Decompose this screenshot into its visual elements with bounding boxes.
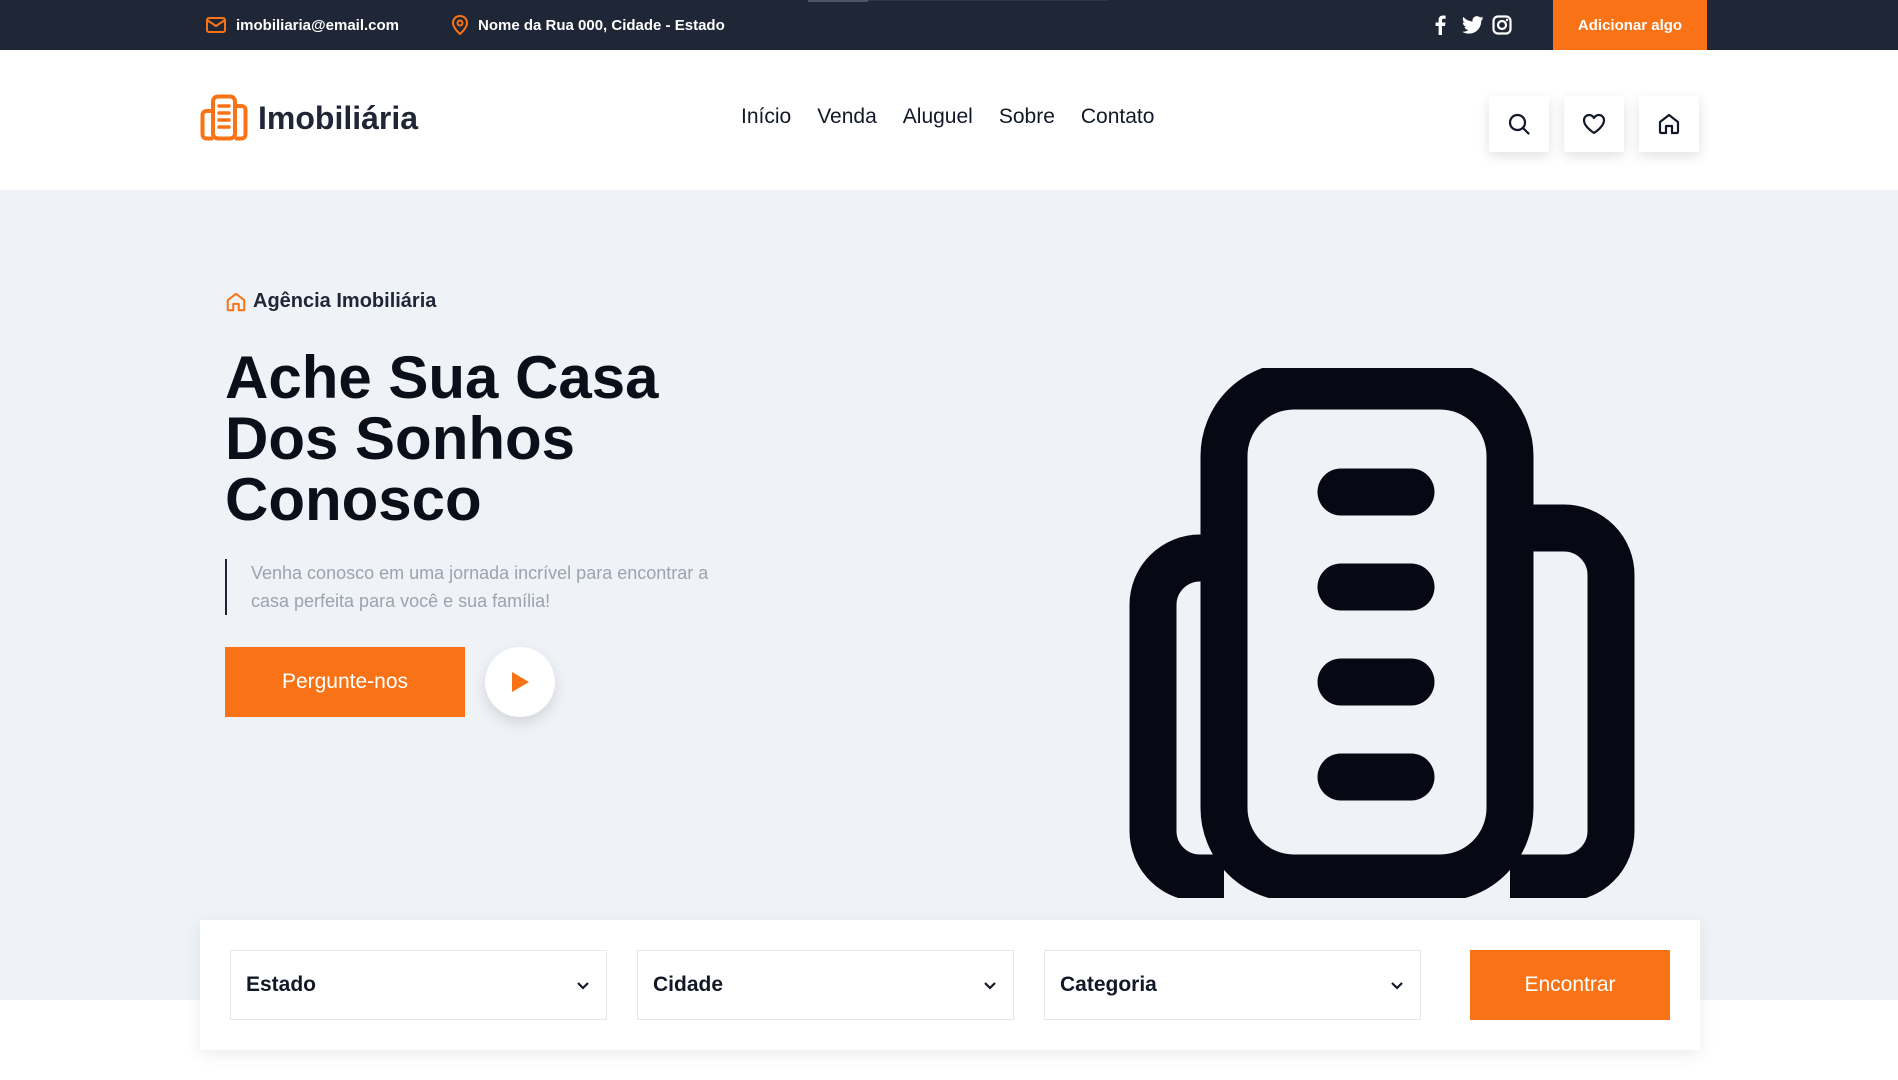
- twitter-icon[interactable]: [1462, 0, 1484, 50]
- chevron-down-icon: [984, 981, 996, 990]
- add-listing-button[interactable]: Adicionar algo: [1553, 0, 1707, 50]
- city-select-value: Cidade: [653, 973, 724, 996]
- search-button[interactable]: [1489, 96, 1549, 152]
- nav-item-venda[interactable]: Venda: [817, 105, 877, 129]
- top-indicator-line: [868, 0, 1108, 1]
- building-logo-icon: [200, 94, 248, 141]
- state-select-value: Estado: [246, 973, 317, 996]
- hero-tagline-text: Agência Imobiliária: [253, 290, 437, 312]
- chevron-down-icon: [1391, 981, 1403, 990]
- contact-address: Nome da Rua 000, Cidade - Estado: [452, 0, 725, 50]
- mail-icon: [206, 17, 226, 33]
- hero-tagline: Agência Imobiliária: [225, 290, 436, 313]
- top-indicator: [808, 0, 868, 2]
- nav-item-inicio[interactable]: Início: [741, 105, 791, 129]
- main-header: Imobiliária Início Venda Aluguel Sobre C…: [0, 50, 1898, 190]
- home-icon: [1658, 113, 1680, 135]
- logo[interactable]: Imobiliária: [200, 94, 418, 142]
- hero-title-line: Conosco: [225, 466, 482, 533]
- nav-item-aluguel[interactable]: Aluguel: [903, 105, 973, 129]
- hero-title-line: Ache Sua Casa: [225, 344, 659, 411]
- home-icon: [226, 292, 246, 311]
- hero-description: Venha conosco em uma jornada incrível pa…: [225, 559, 745, 615]
- instagram-icon[interactable]: [1492, 0, 1512, 50]
- building-illustration: [1129, 368, 1635, 898]
- heart-icon: [1582, 113, 1606, 135]
- ask-us-button[interactable]: Pergunte-nos: [225, 647, 465, 717]
- chevron-down-icon: [577, 981, 589, 990]
- play-icon: [512, 672, 529, 692]
- property-search-panel: Estado Cidade Categoria Encontrar: [200, 920, 1700, 1050]
- nav-item-sobre[interactable]: Sobre: [999, 105, 1055, 129]
- category-select-value: Categoria: [1060, 973, 1157, 996]
- play-video-button[interactable]: [485, 647, 555, 717]
- contact-email-text: imobiliaria@email.com: [236, 16, 400, 34]
- hero-title-line: Dos Sonhos: [225, 405, 576, 472]
- contact-address-text: Nome da Rua 000, Cidade - Estado: [478, 16, 725, 34]
- hero-description-line: casa perfeita para você e sua família!: [251, 591, 551, 611]
- home-button[interactable]: [1639, 96, 1699, 152]
- hero-description-line: Venha conosco em uma jornada incrível pa…: [251, 563, 709, 583]
- facebook-icon[interactable]: [1434, 0, 1446, 50]
- search-icon: [1508, 113, 1530, 135]
- main-nav: Início Venda Aluguel Sobre Contato: [741, 105, 1154, 129]
- city-select[interactable]: Cidade: [637, 950, 1014, 1020]
- category-select[interactable]: Categoria: [1044, 950, 1421, 1020]
- find-button[interactable]: Encontrar: [1470, 950, 1670, 1020]
- nav-item-contato[interactable]: Contato: [1081, 105, 1155, 129]
- top-bar: imobiliaria@email.com Nome da Rua 000, C…: [0, 0, 1898, 50]
- state-select[interactable]: Estado: [230, 950, 607, 1020]
- hero-section: Agência Imobiliária Ache Sua Casa Dos So…: [0, 190, 1898, 1000]
- favorites-button[interactable]: [1564, 96, 1624, 152]
- contact-email[interactable]: imobiliaria@email.com: [206, 0, 399, 50]
- logo-text: Imobiliária: [258, 99, 419, 136]
- hero-title: Ache Sua Casa Dos Sonhos Conosco: [225, 347, 785, 530]
- map-pin-icon: [452, 15, 468, 35]
